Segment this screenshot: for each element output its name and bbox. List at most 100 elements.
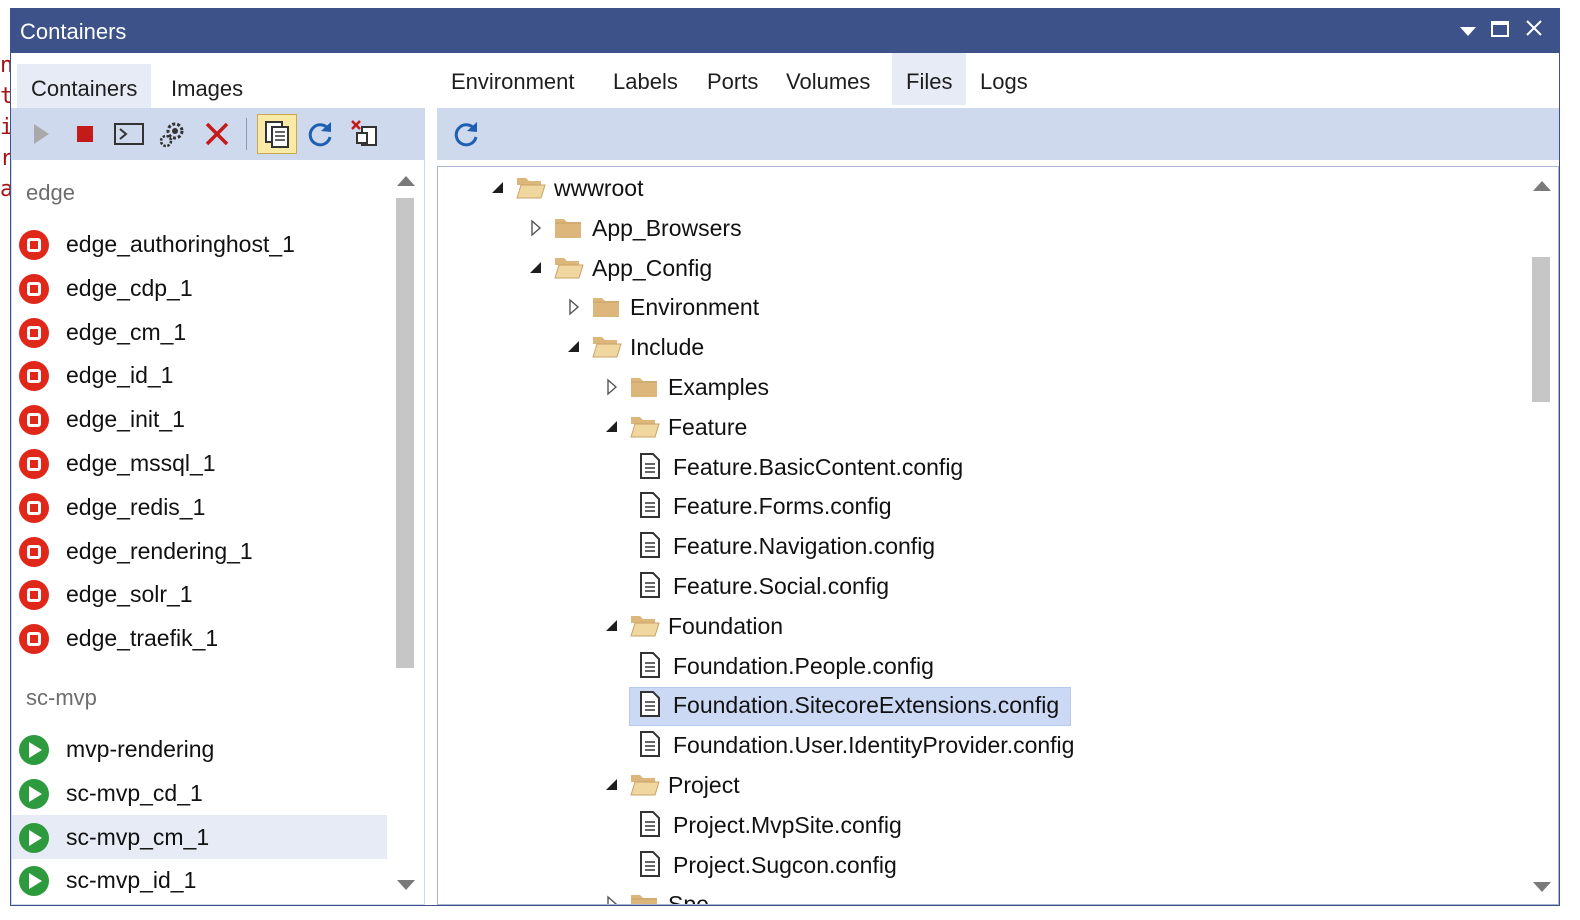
scroll-up-icon[interactable] [1533, 181, 1551, 191]
expand-arrow-icon[interactable] [604, 895, 620, 904]
expand-arrow-icon[interactable] [604, 378, 620, 396]
close-icon[interactable] [1521, 18, 1547, 44]
tab-containers[interactable]: Containers [17, 64, 152, 108]
container-row[interactable]: sc-mvp_cd_1 [12, 771, 387, 815]
tree-file-item[interactable]: Feature.Social.config [639, 568, 1542, 604]
container-row[interactable]: edge_cm_1 [12, 310, 387, 354]
container-row[interactable]: mvp-rendering [12, 727, 387, 771]
container-row[interactable]: edge_mssql_1 [12, 441, 387, 485]
container-row[interactable]: edge_authoringhost_1 [12, 222, 387, 266]
container-name: sc-mvp_cm_1 [66, 824, 210, 850]
maximize-icon[interactable] [1487, 18, 1513, 44]
collapse-arrow-icon[interactable] [604, 776, 620, 792]
stopped-status-icon [19, 624, 49, 654]
container-name: edge_solr_1 [66, 581, 193, 607]
settings-icon[interactable] [157, 118, 189, 150]
expand-arrow-icon[interactable] [566, 298, 582, 316]
tree-file-item[interactable]: Project.Sugcon.config [640, 847, 1542, 883]
terminal-icon[interactable] [113, 118, 145, 150]
tree-item-label: Foundation [668, 612, 784, 639]
tree-folder-item[interactable]: Project [604, 767, 1504, 803]
tab-logs[interactable]: Logs [966, 53, 1042, 105]
play-icon[interactable] [25, 118, 57, 150]
tree-folder-item[interactable]: Include [566, 329, 1466, 365]
tree-file-item[interactable]: Foundation.People.config [640, 648, 1542, 684]
tree-file-item[interactable]: Feature.BasicContent.config [639, 449, 1542, 485]
stop-icon[interactable] [69, 118, 101, 150]
tree-item-label: Environment [630, 294, 760, 321]
stopped-status-icon [19, 580, 49, 610]
copy-files-icon[interactable] [257, 114, 297, 154]
container-row-selected[interactable]: sc-mvp_cm_1 [12, 815, 387, 859]
stopped-status-icon [19, 493, 49, 523]
container-row[interactable]: sc-mvp_id_1 [12, 858, 387, 902]
file-tree-scrollbar[interactable] [1524, 167, 1558, 904]
tree-folder-item[interactable]: wwwroot [490, 170, 1390, 206]
tree-folder-item[interactable]: Environment [566, 289, 1466, 325]
collapse-arrow-icon[interactable] [604, 617, 620, 633]
running-status-icon [19, 779, 49, 809]
tree-file-item[interactable]: Foundation.User.IdentityProvider.config [640, 727, 1542, 763]
expand-arrow-icon[interactable] [528, 219, 544, 237]
tree-folder-item[interactable]: App_Browsers [528, 210, 1428, 246]
container-row[interactable]: edge_traefik_1 [12, 616, 387, 660]
container-name: edge_redis_1 [66, 494, 206, 520]
tree-item-label: Foundation.People.config [673, 652, 934, 679]
file-icon [639, 452, 661, 484]
tree-file-item[interactable]: Foundation.SitecoreExtensions.config [629, 687, 1542, 727]
scroll-thumb[interactable] [396, 198, 414, 668]
folder-open-icon [592, 333, 622, 364]
container-name: sc-mvp_id_1 [66, 867, 197, 893]
collapse-arrow-icon[interactable] [604, 418, 620, 434]
tree-folder-item[interactable]: Examples [604, 369, 1504, 405]
scroll-up-icon[interactable] [397, 176, 415, 186]
collapse-arrow-icon[interactable] [528, 259, 544, 275]
container-row[interactable]: edge_rendering_1 [12, 529, 387, 573]
tree-item-label: Feature [668, 413, 748, 440]
refresh-icon[interactable] [305, 118, 337, 150]
container-list-scrollbar[interactable] [388, 160, 424, 904]
file-icon [639, 572, 661, 603]
tree-folder-item[interactable]: Feature [604, 409, 1504, 445]
container-row[interactable]: edge_redis_1 [12, 485, 387, 529]
tree-file-item[interactable]: Feature.Navigation.config [640, 528, 1542, 564]
tree-folder-item[interactable]: Spe [604, 886, 1504, 904]
collapse-arrow-icon[interactable] [490, 179, 506, 195]
container-row[interactable]: edge_cdp_1 [12, 266, 387, 310]
delete-icon[interactable] [201, 118, 233, 150]
tab-volumes[interactable]: Volumes [772, 53, 884, 105]
tab-labels[interactable]: Labels [599, 53, 692, 105]
file-tree: wwwroot App_Browsers App_Config Environment… [437, 166, 1559, 905]
title-bar: Containers [11, 9, 1559, 53]
tree-item-label: Foundation.SitecoreExtensions.config [673, 692, 1060, 719]
scroll-down-icon[interactable] [1533, 882, 1551, 892]
scroll-down-icon[interactable] [397, 880, 415, 890]
prune-icon[interactable] [349, 118, 381, 150]
container-row[interactable]: edge_id_1 [12, 353, 387, 397]
container-name: mvp-rendering [66, 736, 215, 762]
container-row[interactable]: edge_init_1 [12, 397, 387, 441]
tab-files[interactable]: Files [892, 53, 967, 105]
tree-file-item[interactable]: Feature.Forms.config [640, 488, 1542, 524]
folder-open-icon [630, 413, 660, 444]
tab-images[interactable]: Images [157, 64, 257, 108]
containers-window: Containers Containers Images edge edge_a… [10, 8, 1560, 906]
tree-item-label: Feature.Forms.config [673, 493, 892, 520]
refresh-files-icon[interactable] [451, 118, 483, 150]
running-status-icon [19, 823, 49, 853]
tree-file-item[interactable]: Project.MvpSite.config [640, 807, 1542, 843]
running-status-icon [19, 735, 49, 765]
tree-folder-item[interactable]: App_Config [528, 250, 1428, 286]
detail-tab-bar: Environment Labels Ports Volumes Files L… [437, 53, 1559, 105]
scroll-thumb[interactable] [1532, 257, 1550, 402]
stopped-status-icon [19, 318, 49, 348]
tree-folder-item[interactable]: Foundation [604, 608, 1504, 644]
collapse-arrow-icon[interactable] [566, 338, 582, 354]
tree-item-label: Project.MvpSite.config [673, 811, 902, 838]
window-menu-dropdown-icon[interactable] [1455, 18, 1481, 44]
running-status-icon [19, 866, 49, 896]
tab-ports[interactable]: Ports [693, 53, 772, 105]
container-row[interactable]: edge_solr_1 [12, 572, 387, 616]
file-icon [639, 691, 661, 722]
tab-environment[interactable]: Environment [437, 53, 589, 105]
